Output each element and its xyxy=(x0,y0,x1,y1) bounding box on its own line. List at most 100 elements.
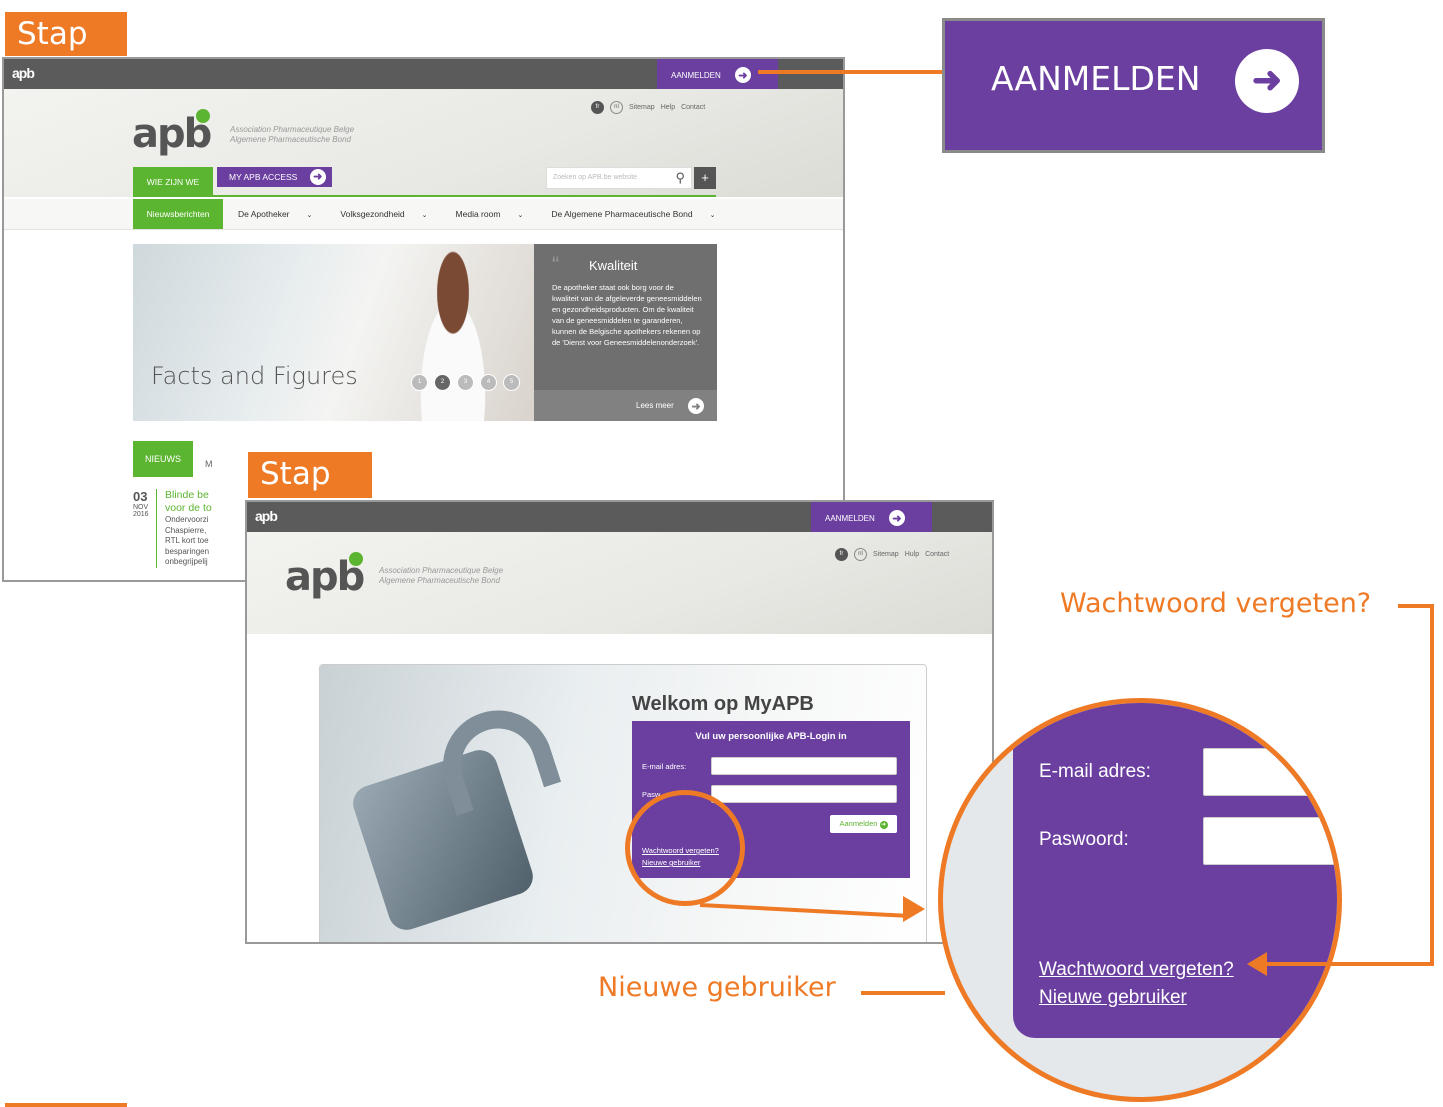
hero-pagination: 1 2 3 4 5 xyxy=(411,374,520,391)
link-help[interactable]: Help xyxy=(661,104,675,111)
zoom-new-user-link[interactable]: Nieuwe gebruiker xyxy=(1039,987,1187,1009)
zoom-login-form: E-mail adres: Paswoord: Wachtwoord verge… xyxy=(1013,703,1337,1038)
top-links: fr nl Sitemap Help Contact xyxy=(591,101,705,114)
hero-dot[interactable]: 1 xyxy=(411,374,428,391)
nav-item-de-apotheker[interactable]: De Apotheker ⌄ xyxy=(238,209,326,219)
connector-line xyxy=(758,70,968,74)
arrow-right-icon: ➜ xyxy=(1235,49,1299,113)
aanmelden-submit-button[interactable]: Aanmelden ➜ xyxy=(830,815,897,833)
search-input[interactable]: Zoeken op APB.be website xyxy=(553,174,637,181)
form-title: Vul uw persoonlijke APB-Login in xyxy=(695,731,847,742)
arrow-head-icon xyxy=(1247,952,1267,976)
tab-wie-zijn-we[interactable]: WIE ZIJN WE xyxy=(133,167,213,197)
link-help[interactable]: Hulp xyxy=(905,551,919,558)
step-2-label: Stap 2 xyxy=(248,452,372,536)
news-tab[interactable]: NIEUWS xyxy=(133,441,193,477)
association-name: Association Pharmaceutique Belge Algemene… xyxy=(379,566,504,585)
chevron-down-icon: ⌄ xyxy=(517,212,524,219)
welcome-title: Welkom op MyAPB xyxy=(632,693,814,715)
top-bar: apb AANMELDEN ➜ xyxy=(4,59,843,91)
aanmelden-button[interactable]: AANMELDEN ➜ xyxy=(811,502,932,534)
submit-label: Aanmelden xyxy=(839,819,878,828)
top-bar: apb AANMELDEN ➜ xyxy=(247,502,992,534)
lang-fr[interactable]: fr xyxy=(591,101,604,114)
nav-item-algemene-pharmaceutische-bond[interactable]: De Algemene Pharmaceutische Bond ⌄ xyxy=(551,209,729,219)
connector-line xyxy=(1430,604,1434,966)
zoom-circle: E-mail adres: Paswoord: Wachtwoord verge… xyxy=(938,698,1342,1102)
screenshot-step-2: apb AANMELDEN ➜ apb Association Pharmace… xyxy=(245,500,994,944)
zoom-password-field[interactable] xyxy=(1203,817,1337,865)
aanmelden-button[interactable]: AANMELDEN ➜ xyxy=(657,59,778,91)
lang-fr[interactable]: fr xyxy=(835,548,848,561)
hero-dot[interactable]: 4 xyxy=(480,374,497,391)
read-more-bar[interactable]: Lees meer ➜ xyxy=(534,390,717,421)
highlight-ring xyxy=(625,790,745,906)
nav-item-media-room[interactable]: Media room ⌄ xyxy=(456,209,538,219)
quote-icon: “ xyxy=(552,252,560,277)
aanmelden-zoom[interactable]: AANMELDEN ➜ xyxy=(942,18,1325,153)
news-item[interactable]: Blinde be voor de to Ondervoorzi Chaspie… xyxy=(156,489,212,568)
step-1-label: Stap 1 xyxy=(5,12,127,96)
lang-nl[interactable]: nl xyxy=(854,548,867,561)
connector-line xyxy=(861,991,945,995)
quote-panel: “ Kwaliteit De apotheker staat ook borg … xyxy=(534,244,717,421)
header-banner: apb Association Pharmaceutique Belge Alge… xyxy=(247,532,992,634)
arrow-right-icon: ➜ xyxy=(734,67,751,83)
link-sitemap[interactable]: Sitemap xyxy=(629,104,655,111)
link-contact[interactable]: Contact xyxy=(681,104,705,111)
pharmacist-photo xyxy=(403,250,503,421)
logo-figure-icon xyxy=(349,552,363,566)
nav-item-volksgezondheid[interactable]: Volksgezondheid ⌄ xyxy=(340,209,441,219)
hero-dot[interactable]: 3 xyxy=(457,374,474,391)
aanmelden-label: AANMELDEN xyxy=(825,513,875,523)
connector-line xyxy=(1398,604,1434,608)
main-nav: De Apotheker ⌄ Volksgezondheid ⌄ Media roo… xyxy=(238,209,743,219)
email-field[interactable] xyxy=(711,757,897,775)
news-date: 03 NOV 2016 xyxy=(133,489,149,518)
news-tab-2[interactable]: M xyxy=(205,459,213,469)
apb-logo: apb xyxy=(255,508,278,524)
callout-forgot-password: Wachtwoord vergeten? xyxy=(1060,588,1372,619)
bottom-accent xyxy=(5,1103,127,1107)
link-contact[interactable]: Contact xyxy=(925,551,949,558)
arrow-right-icon: ➜ xyxy=(879,821,888,829)
read-more-label: Lees meer xyxy=(636,401,674,410)
aanmelden-label: AANMELDEN xyxy=(671,70,721,80)
zoom-email-label: E-mail adres: xyxy=(1039,761,1151,782)
chevron-down-icon: ⌄ xyxy=(306,212,313,219)
header-banner: apb Association Pharmaceutique Belge Alge… xyxy=(4,89,843,197)
link-sitemap[interactable]: Sitemap xyxy=(873,551,899,558)
lang-nl[interactable]: nl xyxy=(610,101,623,114)
login-card: Welkom op MyAPB Vul uw persoonlijke APB-… xyxy=(319,664,927,942)
chevron-down-icon: ⌄ xyxy=(421,212,428,219)
zoom-password-label: Paswoord: xyxy=(1039,829,1129,850)
plus-button[interactable]: + xyxy=(694,167,716,189)
hero-image[interactable]: Facts and Figures 1 2 3 4 5 xyxy=(133,244,534,421)
password-field[interactable] xyxy=(711,785,897,803)
association-name: Association Pharmaceutique Belge Algemene… xyxy=(230,125,355,144)
green-divider xyxy=(213,195,716,197)
connector-line xyxy=(1262,962,1434,966)
apb-logo: apb xyxy=(12,65,35,81)
search-box[interactable]: Zoeken op APB.be website ⚲ xyxy=(546,167,692,189)
nav-item-nieuwsberichten[interactable]: Nieuwsberichten xyxy=(133,199,223,229)
email-label: E-mail adres: xyxy=(642,762,687,771)
arrow-right-icon: ➜ xyxy=(309,169,326,185)
zoom-forgot-password-link[interactable]: Wachtwoord vergeten? xyxy=(1039,959,1234,981)
arrow-right-icon: ➜ xyxy=(888,510,905,526)
zoom-email-field[interactable] xyxy=(1203,748,1337,796)
top-links: fr nl Sitemap Hulp Contact xyxy=(835,548,949,561)
tab-my-apb-access[interactable]: MY APB ACCESS ➜ xyxy=(217,167,332,187)
arrow-right-icon: ➜ xyxy=(688,398,704,414)
arrow-head-icon xyxy=(903,896,925,922)
callout-new-user: Nieuwe gebruiker xyxy=(598,972,836,1003)
hero-dot[interactable]: 5 xyxy=(503,374,520,391)
hero-title: Facts and Figures xyxy=(151,362,358,390)
quote-text: De apotheker staat ook borg voor de kwal… xyxy=(552,283,702,347)
search-icon[interactable]: ⚲ xyxy=(675,170,685,186)
aanmelden-zoom-label: AANMELDEN xyxy=(991,59,1201,98)
logo-figure-icon xyxy=(196,109,210,123)
chevron-down-icon: ⌄ xyxy=(709,212,716,219)
hero-dot[interactable]: 2 xyxy=(434,374,451,391)
tab-my-apb-access-label: MY APB ACCESS xyxy=(229,172,298,182)
